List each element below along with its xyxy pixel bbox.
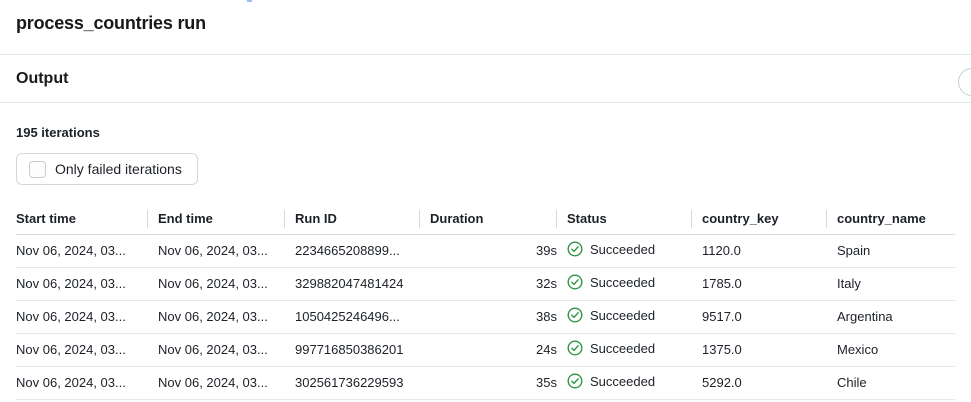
start-time-link[interactable]: Nov 06, 2024, 03... bbox=[16, 300, 148, 333]
status-cell: Succeeded bbox=[557, 333, 692, 366]
success-check-circle-icon bbox=[567, 241, 583, 257]
run-id-cell: 329882047481424 bbox=[285, 267, 420, 300]
status-label: Succeeded bbox=[590, 242, 655, 257]
only-failed-label: Only failed iterations bbox=[55, 161, 182, 177]
table-body: Nov 06, 2024, 03... Nov 06, 2024, 03... … bbox=[16, 234, 955, 399]
start-time-link[interactable]: Nov 06, 2024, 03... bbox=[16, 333, 148, 366]
status-cell: Succeeded bbox=[557, 300, 692, 333]
output-section-header: Output bbox=[0, 55, 971, 103]
status-label: Succeeded bbox=[590, 308, 655, 323]
table-header-row: Start time End time Run ID Duration Stat… bbox=[16, 204, 955, 234]
table-row: Nov 06, 2024, 03... Nov 06, 2024, 03... … bbox=[16, 366, 955, 399]
table-row: Nov 06, 2024, 03... Nov 06, 2024, 03... … bbox=[16, 300, 955, 333]
page-title: process_countries run bbox=[16, 13, 206, 34]
column-header-status[interactable]: Status bbox=[557, 204, 692, 234]
duration-cell: 24s bbox=[420, 333, 557, 366]
country-name-cell: Spain bbox=[827, 234, 955, 267]
country-name-cell: Mexico bbox=[827, 333, 955, 366]
status-cell: Succeeded bbox=[557, 366, 692, 399]
column-header-country-key[interactable]: country_key bbox=[692, 204, 827, 234]
column-header-duration[interactable]: Duration bbox=[420, 204, 557, 234]
table-row: Nov 06, 2024, 03... Nov 06, 2024, 03... … bbox=[16, 234, 955, 267]
table-row: Nov 06, 2024, 03... Nov 06, 2024, 03... … bbox=[16, 333, 955, 366]
run-id-cell: 302561736229593 bbox=[285, 366, 420, 399]
success-check-circle-icon bbox=[567, 307, 583, 323]
country-name-cell: Argentina bbox=[827, 300, 955, 333]
duration-cell: 35s bbox=[420, 366, 557, 399]
start-time-link[interactable]: Nov 06, 2024, 03... bbox=[16, 234, 148, 267]
start-time-link[interactable]: Nov 06, 2024, 03... bbox=[16, 366, 148, 399]
iterations-count: 195 iterations bbox=[16, 125, 955, 140]
top-edge-artifact bbox=[247, 0, 252, 2]
country-name-cell: Italy bbox=[827, 267, 955, 300]
success-check-circle-icon bbox=[567, 274, 583, 290]
end-time-link[interactable]: Nov 06, 2024, 03... bbox=[148, 333, 285, 366]
success-check-circle-icon bbox=[567, 373, 583, 389]
only-failed-checkbox[interactable] bbox=[29, 161, 46, 178]
output-section-title: Output bbox=[16, 70, 68, 88]
run-id-cell: 2234665208899... bbox=[285, 234, 420, 267]
end-time-link[interactable]: Nov 06, 2024, 03... bbox=[148, 234, 285, 267]
column-header-start-time[interactable]: Start time bbox=[16, 204, 148, 234]
end-time-link[interactable]: Nov 06, 2024, 03... bbox=[148, 300, 285, 333]
country-key-cell: 1120.0 bbox=[692, 234, 827, 267]
page-header: process_countries run bbox=[0, 0, 971, 55]
duration-cell: 38s bbox=[420, 300, 557, 333]
country-key-cell: 1375.0 bbox=[692, 333, 827, 366]
output-content: 195 iterations Only failed iterations St… bbox=[0, 125, 971, 400]
column-header-run-id[interactable]: Run ID bbox=[285, 204, 420, 234]
country-name-cell: Chile bbox=[827, 366, 955, 399]
end-time-link[interactable]: Nov 06, 2024, 03... bbox=[148, 267, 285, 300]
column-header-end-time[interactable]: End time bbox=[148, 204, 285, 234]
country-key-cell: 9517.0 bbox=[692, 300, 827, 333]
duration-cell: 32s bbox=[420, 267, 557, 300]
status-label: Succeeded bbox=[590, 341, 655, 356]
status-label: Succeeded bbox=[590, 374, 655, 389]
success-check-circle-icon bbox=[567, 340, 583, 356]
iterations-table: Start time End time Run ID Duration Stat… bbox=[16, 204, 955, 400]
status-cell: Succeeded bbox=[557, 234, 692, 267]
country-key-cell: 5292.0 bbox=[692, 366, 827, 399]
status-cell: Succeeded bbox=[557, 267, 692, 300]
table-row: Nov 06, 2024, 03... Nov 06, 2024, 03... … bbox=[16, 267, 955, 300]
only-failed-iterations-filter[interactable]: Only failed iterations bbox=[16, 153, 198, 185]
end-time-link[interactable]: Nov 06, 2024, 03... bbox=[148, 366, 285, 399]
status-label: Succeeded bbox=[590, 275, 655, 290]
start-time-link[interactable]: Nov 06, 2024, 03... bbox=[16, 267, 148, 300]
run-id-cell: 1050425246496... bbox=[285, 300, 420, 333]
duration-cell: 39s bbox=[420, 234, 557, 267]
run-id-cell: 997716850386201 bbox=[285, 333, 420, 366]
country-key-cell: 1785.0 bbox=[692, 267, 827, 300]
column-header-country-name[interactable]: country_name bbox=[827, 204, 955, 234]
